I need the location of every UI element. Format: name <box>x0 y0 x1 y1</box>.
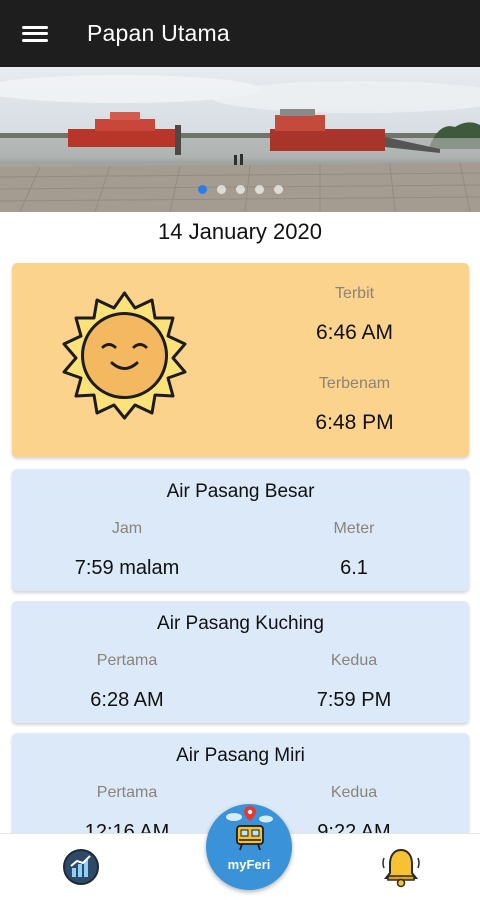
myferi-button[interactable]: myFeri <box>206 804 292 890</box>
page-title: Papan Utama <box>87 20 230 46</box>
tide-left-value: 6:28 AM <box>90 689 164 711</box>
sunrise-label: Terbit <box>334 285 375 302</box>
tide-left-column: Jam 7:59 malam <box>27 520 227 580</box>
tide-right-value: 7:59 PM <box>316 689 392 711</box>
tide-card-kuching[interactable]: Air Pasang Kuching Pertama 6:28 AM Kedua… <box>12 601 469 723</box>
sunrise-block: Terbit 6:46 AM <box>302 285 407 345</box>
tide-card-besar[interactable]: Air Pasang Besar Jam 7:59 malam Meter 6.… <box>12 469 469 591</box>
sunrise-time: 6:46 AM <box>315 321 394 344</box>
myferi-label: myFeri <box>227 857 271 872</box>
tide-right-label: Meter <box>333 520 375 537</box>
app-bar: Papan Utama <box>0 0 480 67</box>
sunset-label: Terbenam <box>318 375 391 392</box>
tide-right-value: 6.1 <box>340 557 368 579</box>
sunset-time: 6:48 PM <box>315 411 394 434</box>
carousel-dot[interactable] <box>216 185 226 194</box>
carousel-dot[interactable] <box>197 185 207 194</box>
sunset-block: Terbenam 6:48 PM <box>302 375 407 435</box>
sun-times-card: Terbit 6:46 AM Terbenam 6:48 PM <box>12 263 469 457</box>
tide-right-label: Kedua <box>330 784 378 801</box>
tide-right-label: Kedua <box>330 652 378 669</box>
carousel-dot[interactable] <box>235 185 245 194</box>
ferry-icon <box>226 806 273 851</box>
current-date: 14 January 2020 <box>158 219 322 244</box>
banner-image-carousel[interactable] <box>0 67 480 212</box>
tide-card-title: Air Pasang Besar <box>166 481 315 502</box>
chart-icon[interactable] <box>62 848 100 886</box>
tide-left-value: 7:59 malam <box>74 557 180 579</box>
hamburger-menu-icon[interactable] <box>22 24 48 44</box>
tide-right-column: Meter 6.1 <box>254 520 454 580</box>
carousel-dot[interactable] <box>254 185 264 194</box>
tide-card-title: Air Pasang Kuching <box>157 613 324 634</box>
tide-left-label: Jam <box>111 520 143 537</box>
tide-left-column: Pertama 6:28 AM <box>27 652 227 712</box>
smiling-sun-icon <box>62 291 187 420</box>
carousel-indicator <box>0 185 480 194</box>
carousel-dot[interactable] <box>273 185 283 194</box>
tide-card-title: Air Pasang Miri <box>176 745 305 766</box>
bell-icon[interactable] <box>382 846 420 888</box>
tide-left-label: Pertama <box>96 652 158 669</box>
tide-right-column: Kedua 7:59 PM <box>254 652 454 712</box>
tide-left-label: Pertama <box>96 784 158 801</box>
